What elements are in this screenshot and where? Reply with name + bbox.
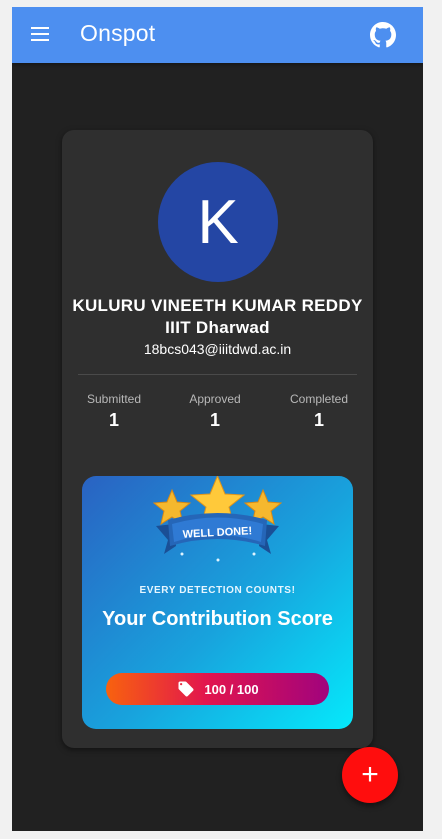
stat-label: Submitted — [86, 392, 142, 406]
score-value: 100 / 100 — [204, 681, 259, 697]
profile-card: K KULURU VINEETH KUMAR REDDY IIIT Dharwa… — [62, 130, 373, 748]
stat-approved: Approved 1 — [170, 392, 260, 431]
app-viewport: Onspot K KULURU VINEETH KUMAR REDDY IIIT… — [12, 7, 423, 831]
add-fab-button[interactable]: + — [342, 747, 398, 803]
avatar: K — [158, 162, 278, 282]
github-icon[interactable] — [370, 22, 396, 48]
stat-submitted: Submitted 1 — [69, 392, 159, 431]
stat-value: 1 — [209, 410, 220, 430]
stat-value: 1 — [108, 410, 119, 430]
stat-completed: Completed 1 — [274, 392, 364, 431]
tagline: EVERY DETECTION COUNTS! — [139, 585, 296, 596]
divider — [78, 374, 357, 375]
app-title: Onspot — [80, 20, 156, 46]
stat-label: Completed — [289, 392, 349, 406]
well-done-badge-icon: WELL DONE! — [152, 476, 283, 562]
plus-icon: + — [361, 758, 379, 791]
score-title: Your Contribution Score — [102, 608, 333, 630]
tag-icon — [178, 681, 194, 697]
contribution-score-card: WELL DONE! EVERY DETECTION COUNTS! Your … — [82, 476, 353, 729]
stat-value: 1 — [313, 410, 324, 430]
stat-label: Approved — [189, 392, 241, 406]
app-bar: Onspot — [12, 7, 423, 63]
score-bar: 100 / 100 — [106, 673, 329, 705]
hamburger-menu-icon[interactable] — [31, 27, 49, 41]
user-name: KULURU VINEETH KUMAR REDDY IIIT Dharwad — [72, 296, 363, 337]
user-email: 18bcs043@iiitdwd.ac.in — [143, 341, 292, 357]
